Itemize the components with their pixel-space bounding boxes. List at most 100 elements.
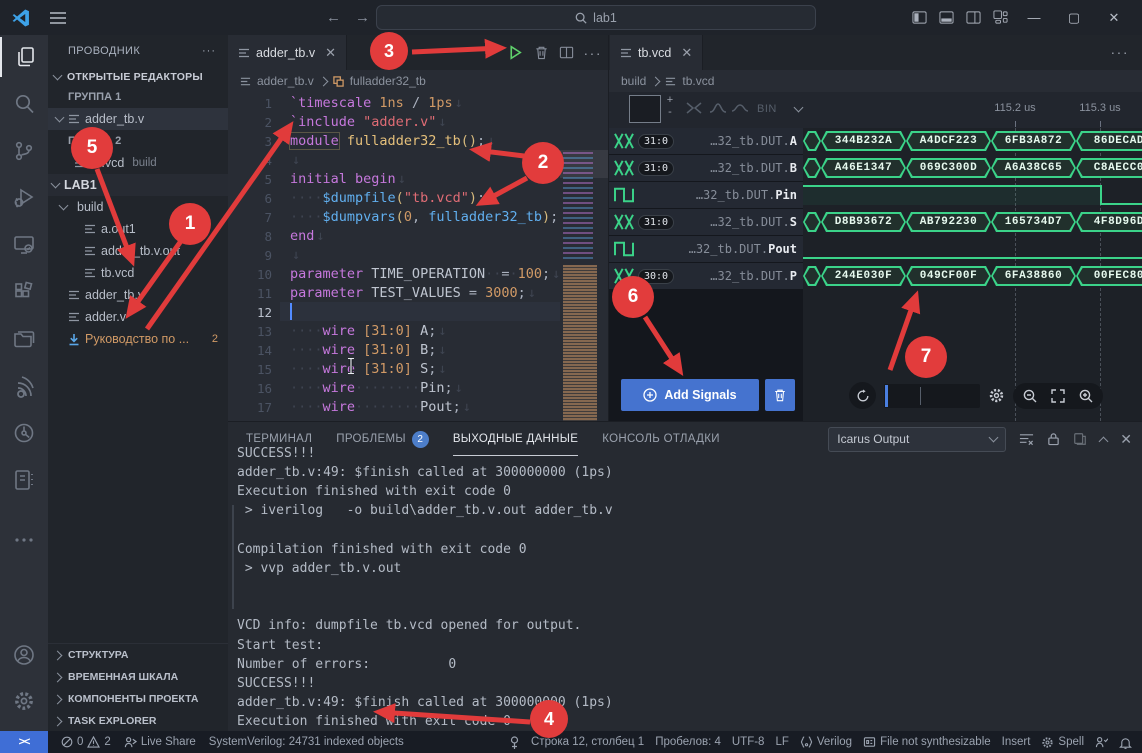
project-folder-icon[interactable]	[0, 319, 48, 359]
bus-value-segment[interactable]: AB792230	[906, 212, 991, 232]
settings-icon[interactable]	[0, 681, 48, 721]
open-in-editor-icon[interactable]	[1073, 432, 1087, 446]
command-center-search[interactable]: lab1	[376, 5, 816, 30]
bus-value-segment[interactable]	[803, 131, 821, 151]
tree-item-adder_tb.v[interactable]: adder_tb.v	[48, 108, 228, 130]
minimize-button[interactable]: —	[1020, 10, 1048, 25]
eol-sequence[interactable]: LF	[775, 736, 788, 748]
output-console[interactable]: SUCCESS!!!adder_tb.v:49: $finish called …	[237, 444, 613, 731]
toggle-secondary-sidebar-icon[interactable]	[966, 10, 981, 25]
signal-row-B[interactable]: 31:0…32_tb.DUT.B	[609, 155, 803, 181]
bus-value-segment[interactable]: C8AECC09	[1076, 158, 1142, 178]
account-icon[interactable]	[0, 635, 48, 675]
close-tab-icon[interactable]: ✕	[681, 45, 692, 61]
menu-hamburger-icon[interactable]	[50, 12, 66, 24]
bus-value-segment[interactable]: 049CF00F	[906, 266, 991, 286]
panel-tab-консоль-отладки[interactable]: КОНСОЛЬ ОТЛАДКИ	[602, 422, 720, 456]
problems-status[interactable]: 0 2	[61, 736, 111, 748]
search-icon[interactable]	[0, 84, 48, 124]
bus-value-segment[interactable]: D8B93672	[821, 212, 906, 232]
tab-adder-tb[interactable]: adder_tb.v ✕	[228, 35, 347, 70]
close-tab-icon[interactable]: ✕	[325, 45, 336, 61]
back-arrow-icon[interactable]: ←	[326, 9, 341, 26]
synthesis-status[interactable]: File not synthesizable	[863, 736, 991, 748]
bus-value-segment[interactable]: 069C300D	[906, 158, 991, 178]
signal-row-S[interactable]: 31:0…32_tb.DUT.S	[609, 209, 803, 235]
maximize-button[interactable]: ▢	[1060, 10, 1088, 26]
lock-icon[interactable]	[1047, 432, 1060, 446]
insert-mode[interactable]: Insert	[1002, 736, 1031, 748]
bit-wave-segment[interactable]	[803, 185, 1100, 205]
waveform-breadcrumb[interactable]: build tb.vcd	[609, 70, 1142, 92]
add-signals-button[interactable]: Add Signals	[621, 379, 759, 411]
zoom-out-icon[interactable]	[1023, 389, 1037, 403]
bus-value-segment[interactable]: A46E1347	[821, 158, 906, 178]
spell-checker[interactable]: Spell	[1041, 736, 1084, 749]
waveform-more-actions-icon[interactable]: ···	[1111, 44, 1130, 60]
open-editors-header[interactable]: ОТКРЫТЫЕ РЕДАКТОРЫ	[48, 66, 228, 88]
source-control-icon[interactable]	[0, 131, 48, 171]
language-mode[interactable]: Verilog	[800, 736, 852, 748]
port-icon[interactable]	[509, 736, 520, 749]
indexer-status[interactable]: SystemVerilog: 24731 indexed objects	[209, 736, 404, 748]
value-box[interactable]	[629, 95, 661, 123]
customize-layout-icon[interactable]	[993, 10, 1008, 25]
split-editor-icon[interactable]	[559, 45, 574, 60]
editor-more-actions-icon[interactable]: ···	[584, 45, 603, 61]
code-editor[interactable]: 1234567891011121314151617 `timescale 1ns…	[228, 92, 608, 421]
close-window-button[interactable]: ✕	[1100, 10, 1128, 26]
bus-value-segment[interactable]: A6A38C65	[991, 158, 1076, 178]
fit-screen-icon[interactable]	[1051, 389, 1065, 403]
signal-row-A[interactable]: 31:0…32_tb.DUT.A	[609, 128, 803, 154]
tab-tbvcd[interactable]: tb.vcd ✕	[610, 35, 703, 70]
explorer-icon[interactable]	[0, 37, 50, 77]
remote-explorer-icon[interactable]	[0, 225, 48, 265]
espressif-icon[interactable]	[0, 366, 48, 406]
section-структура[interactable]: СТРУКТУРА	[48, 644, 228, 666]
output-channel-select[interactable]: Icarus Output	[828, 427, 1006, 452]
tree-item-adder.v[interactable]: adder.v	[48, 306, 228, 328]
toggle-panel-icon[interactable]	[939, 10, 954, 25]
gear-icon[interactable]	[988, 387, 1005, 404]
bus-value-segment[interactable]	[803, 158, 821, 178]
zoom-in-icon[interactable]	[1079, 389, 1093, 403]
encoding[interactable]: UTF-8	[732, 736, 765, 748]
trash-icon[interactable]	[534, 45, 549, 60]
tree-item--...[interactable]: Руководство по ...2	[48, 328, 228, 350]
sidebar-more-icon[interactable]: ···	[202, 45, 216, 57]
section-компоненты-проекта[interactable]: КОМПОНЕНТЫ ПРОЕКТА	[48, 688, 228, 710]
panel-maximize-icon[interactable]	[1099, 436, 1109, 446]
indentation[interactable]: Пробелов: 4	[655, 736, 721, 748]
close-panel-icon[interactable]: ✕	[1120, 431, 1132, 448]
clear-output-icon[interactable]	[1019, 432, 1034, 447]
chevron-down-icon[interactable]	[794, 103, 804, 113]
tree-item-tb.vcd[interactable]: tb.vcd	[48, 262, 228, 284]
bit-wave-segment[interactable]	[1100, 185, 1142, 205]
section-task-explorer[interactable]: TASK EXPLORER	[48, 710, 228, 732]
more-icon[interactable]	[0, 520, 48, 560]
scroll-minimap[interactable]	[884, 384, 980, 408]
bus-value-segment[interactable]: 165734D7	[991, 212, 1076, 232]
bus-value-segment[interactable]: 344B232A	[821, 131, 906, 151]
bus-value-segment[interactable]: 6FB3A872	[991, 131, 1076, 151]
waveform-canvas[interactable]: 344B232AA4DCF2236FB3A87286DECAD3A46E1347…	[803, 128, 1142, 421]
timeline-icon[interactable]	[0, 413, 48, 453]
bus-value-segment[interactable]	[803, 212, 821, 232]
collapse-button[interactable]: -	[665, 106, 675, 118]
bus-value-segment[interactable]	[803, 266, 821, 286]
bus-value-segment[interactable]: 86DECAD3	[1076, 131, 1142, 151]
tree-item-adder_tb.v.out[interactable]: adder_tb.v.out	[48, 240, 228, 262]
bus-value-segment[interactable]: 244E030F	[821, 266, 906, 286]
bus-style-icon[interactable]	[685, 99, 703, 117]
tree-item-lab1[interactable]: LAB1	[48, 174, 228, 196]
tree-item-adder_tb.v[interactable]: adder_tb.v	[48, 284, 228, 306]
bus-value-segment[interactable]: 4F8D96DC	[1076, 212, 1142, 232]
bit-wave-segment[interactable]	[803, 239, 1142, 259]
breadcrumb[interactable]: adder_tb.v fulladder32_tb	[228, 70, 608, 92]
signal-row-Pin[interactable]: …32_tb.DUT.Pin	[609, 182, 803, 208]
wave-linear-icon[interactable]	[709, 99, 727, 117]
expand-button[interactable]: +	[665, 94, 675, 106]
bus-value-segment[interactable]: 00FEC803	[1076, 266, 1142, 286]
section-временная-шкала[interactable]: ВРЕМЕННАЯ ШКАЛА	[48, 666, 228, 688]
extensions-icon[interactable]	[0, 272, 48, 312]
